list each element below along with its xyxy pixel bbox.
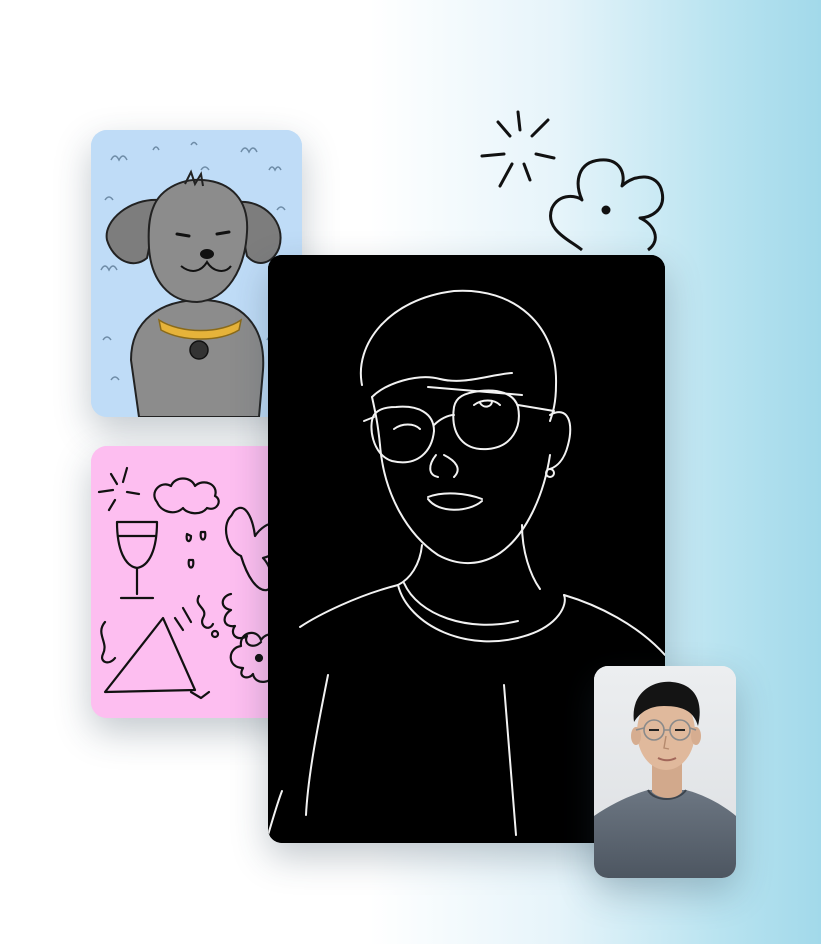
portrait-photo	[594, 666, 736, 878]
flower-icon	[549, 158, 665, 252]
sparkle-flower-doodle	[480, 110, 665, 252]
sparkle-icon	[480, 110, 556, 188]
photo-card	[594, 666, 736, 878]
